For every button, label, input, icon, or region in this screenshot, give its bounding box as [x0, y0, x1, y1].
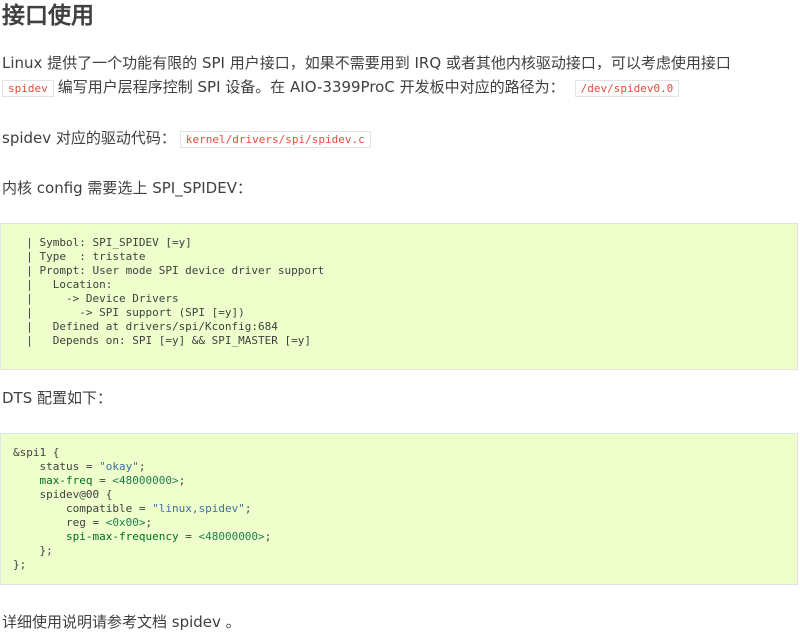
code-line: | Depends on: SPI [=y] && SPI_MASTER [=y… — [13, 334, 312, 347]
intro-text-1: Linux 提供了一个功能有限的 SPI 用户接口，如果不需要用到 IRQ 或者… — [2, 54, 731, 72]
code-key: status — [39, 460, 80, 473]
driver-text: spidev 对应的驱动代码： — [2, 129, 176, 147]
code-line: spidev@00 { — [39, 488, 113, 501]
code-line: | Symbol: SPI_SPIDEV [=y] — [13, 236, 192, 249]
code-key: spi-max-frequency — [65, 530, 179, 543]
code-line: }; — [13, 558, 27, 571]
code-line: | Location: — [13, 278, 113, 291]
code-line: }; — [39, 544, 53, 557]
code-value: <48000000> — [112, 474, 179, 487]
code-value: <48000000> — [198, 530, 265, 543]
code-value: <0x00> — [105, 516, 146, 529]
section-heading: 接口使用 — [2, 3, 94, 29]
kconfig-code-block: | Symbol: SPI_SPIDEV [=y] | Type : trist… — [0, 223, 798, 370]
code-line: | Prompt: User mode SPI device driver su… — [13, 264, 325, 277]
code-key: reg — [65, 516, 86, 529]
code-value: "linux,spidev" — [152, 502, 245, 515]
config-intro-paragraph: 内核 config 需要选上 SPI_SPIDEV： — [2, 179, 252, 197]
intro-paragraph: Linux 提供了一个功能有限的 SPI 用户接口，如果不需要用到 IRQ 或者… — [2, 51, 792, 101]
dts-code-block: &spi1 { status = "okay"; max-freq = <480… — [0, 433, 798, 585]
code-line: | Type : tristate — [13, 250, 146, 263]
code-line: | -> SPI support (SPI [=y]) — [13, 306, 245, 319]
code-line: &spi1 { — [13, 446, 60, 459]
code-key: max-freq — [39, 474, 93, 487]
code-key: compatible — [65, 502, 133, 515]
spidev-inline-code: spidev — [2, 80, 54, 97]
code-value: "okay" — [99, 460, 139, 473]
footer-paragraph: 详细使用说明请参考文档 spidev 。 — [2, 613, 241, 631]
driver-paragraph: spidev 对应的驱动代码： kernel/drivers/spi/spidev… — [2, 126, 792, 152]
code-line: | -> Device Drivers — [13, 292, 179, 305]
driver-path-inline-code: kernel/drivers/spi/spidev.c — [179, 131, 371, 148]
dts-intro-paragraph: DTS 配置如下： — [2, 389, 113, 407]
intro-text-2: 编写用户层程序控制 SPI 设备。在 AIO-3399ProC 开发板中对应的路… — [57, 78, 565, 96]
code-line: | Defined at drivers/spi/Kconfig:684 — [13, 320, 278, 333]
device-path-inline-code: /dev/spidev0.0 — [574, 80, 680, 97]
